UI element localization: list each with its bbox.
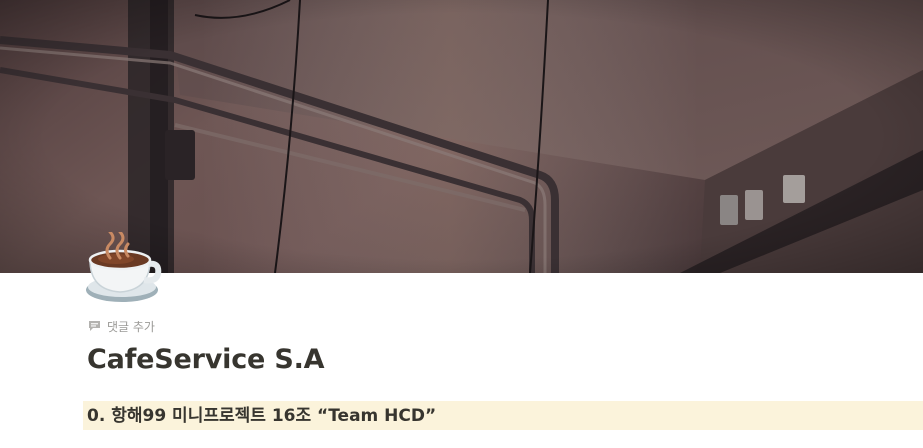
add-comment-button[interactable]: 댓글 추가 (88, 317, 155, 335)
page-title[interactable]: CafeService S.A (87, 340, 325, 380)
heading-text: 0. 항해99 미니프로젝트 16조 “Team HCD” (87, 406, 437, 426)
highlighted-heading-block[interactable]: 0. 항해99 미니프로젝트 16조 “Team HCD” (83, 401, 923, 430)
coffee-cup-icon (86, 230, 162, 302)
add-comment-label: 댓글 추가 (107, 319, 155, 334)
notion-page: 댓글 추가 CafeService S.A 0. 항해99 미니프로젝트 16조… (0, 0, 923, 448)
hot-beverage-icon[interactable] (82, 230, 162, 310)
comment-icon (89, 321, 100, 331)
